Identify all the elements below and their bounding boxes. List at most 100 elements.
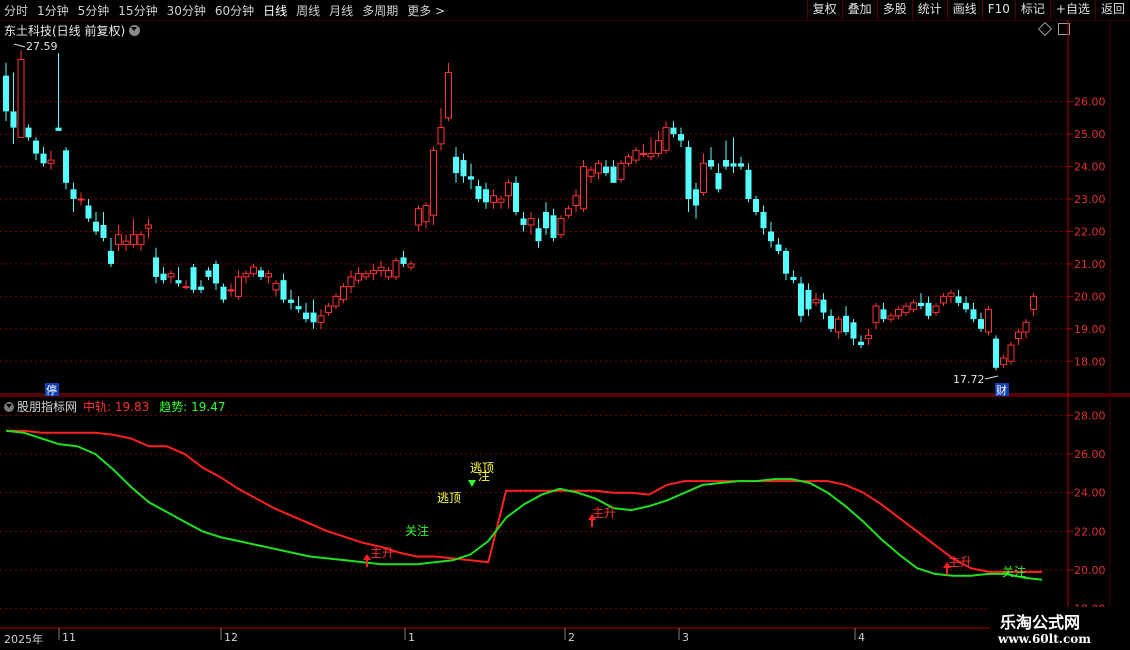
candle-body xyxy=(858,341,864,346)
candle-body xyxy=(198,286,204,290)
candle-body xyxy=(543,212,549,229)
candle-body xyxy=(550,215,557,238)
candle-body xyxy=(580,166,587,210)
candle-body xyxy=(932,305,940,314)
candle-body xyxy=(790,276,797,281)
candle-body xyxy=(340,286,347,301)
date-year: 2025年 xyxy=(4,633,43,646)
candle-body xyxy=(880,309,887,320)
candle-body xyxy=(280,280,287,300)
candle-body xyxy=(970,309,977,320)
candle-body xyxy=(535,228,542,242)
month-label: 12 xyxy=(224,631,238,644)
month-label: 11 xyxy=(62,631,76,644)
candle-body xyxy=(670,127,677,135)
candle-body xyxy=(385,269,392,278)
candle-body xyxy=(167,273,175,278)
candle-body xyxy=(918,302,924,307)
price-tick-label: 19.00 xyxy=(1074,323,1106,336)
zg-line xyxy=(6,429,1042,573)
signal-label: 关注 xyxy=(405,523,429,538)
candle-body xyxy=(730,163,737,167)
candle-body xyxy=(137,234,145,245)
candle-body xyxy=(122,240,130,245)
ind-tick-label: 22.00 xyxy=(1074,525,1106,538)
event-marker-label: 停 xyxy=(46,383,57,397)
candle-body xyxy=(213,263,219,284)
candle-body xyxy=(272,282,280,291)
signal-label: 主升 xyxy=(592,506,616,520)
candle-body xyxy=(655,140,662,155)
candle-body xyxy=(1007,344,1015,362)
candle-body xyxy=(565,208,572,216)
indicator-name[interactable]: 股朋指标网 xyxy=(17,398,77,415)
qs-line xyxy=(5,429,1043,581)
candle-body xyxy=(295,306,302,310)
indicator-dropdown-icon[interactable] xyxy=(4,401,14,412)
candle-body xyxy=(947,292,955,297)
watermark-title: 乐淘公式网 xyxy=(1000,613,1081,632)
candlestick-chart[interactable]: 26.00 25.00 24.00 23.00 22.00 21.00 20.00 19.00… xyxy=(0,0,1130,650)
candle-body xyxy=(610,166,617,183)
month-label: 3 xyxy=(682,631,689,644)
candle-body xyxy=(258,270,264,277)
candle-body xyxy=(617,162,625,181)
candle-body xyxy=(978,319,984,329)
candle-body xyxy=(828,315,834,329)
candle-body xyxy=(93,221,99,232)
candle-body xyxy=(700,162,707,194)
price-tick-label: 22.00 xyxy=(1074,225,1106,238)
candle-body xyxy=(520,218,527,225)
candle-body xyxy=(182,286,190,289)
candle-body xyxy=(370,269,377,275)
candle-body xyxy=(963,302,969,310)
candle-body xyxy=(100,224,107,238)
ind-tick-label: 26.00 xyxy=(1074,448,1106,461)
candle-body xyxy=(475,186,482,200)
candle-body xyxy=(708,160,714,167)
candle-body xyxy=(377,266,385,271)
candle-body xyxy=(437,127,445,145)
down-arrow-head xyxy=(468,480,476,487)
candle-body xyxy=(572,195,580,207)
candle-body xyxy=(505,182,512,197)
candle-body xyxy=(775,244,782,251)
price-tick-label: 18.00 xyxy=(1074,355,1106,368)
candle-body xyxy=(55,127,62,131)
candle-body xyxy=(40,153,47,164)
candle-body xyxy=(483,189,489,203)
ind-tick-label: 24.00 xyxy=(1074,487,1106,500)
candle-body xyxy=(843,315,849,333)
candle-body xyxy=(835,318,842,333)
signal-label: 关注 xyxy=(1002,564,1026,579)
candle-body xyxy=(1022,321,1030,333)
qs-readout: 趋势: 19.47 xyxy=(159,400,226,414)
candle-body xyxy=(430,149,437,216)
candle-body xyxy=(925,302,932,316)
ind-tick-label: 28.00 xyxy=(1074,409,1106,422)
candle-body xyxy=(1030,295,1037,310)
candle-body xyxy=(1000,357,1007,366)
candle-body xyxy=(497,198,505,203)
candle-body xyxy=(445,71,452,119)
price-tick-label: 25.00 xyxy=(1074,128,1106,141)
high-pointer xyxy=(13,43,26,48)
candle-body xyxy=(250,266,257,275)
candle-body xyxy=(33,140,39,154)
candle-body xyxy=(647,153,655,158)
candle-body xyxy=(175,280,182,284)
event-marker-label: 财 xyxy=(996,383,1007,397)
signal-label: 注 xyxy=(478,468,490,483)
candle-body xyxy=(513,182,519,212)
candle-body xyxy=(812,299,820,304)
candle-body xyxy=(783,250,789,274)
candle-body xyxy=(190,267,197,290)
price-tick-label: 26.00 xyxy=(1074,96,1106,109)
candle-body xyxy=(242,273,250,278)
candle-body xyxy=(205,270,212,277)
candle-body xyxy=(693,189,699,206)
indicator-header: 股朋指标网 中轨: 19.83 趋势: 19.47 xyxy=(4,398,225,415)
candle-body xyxy=(902,305,910,314)
candle-body xyxy=(625,156,632,164)
candle-body xyxy=(415,208,422,226)
